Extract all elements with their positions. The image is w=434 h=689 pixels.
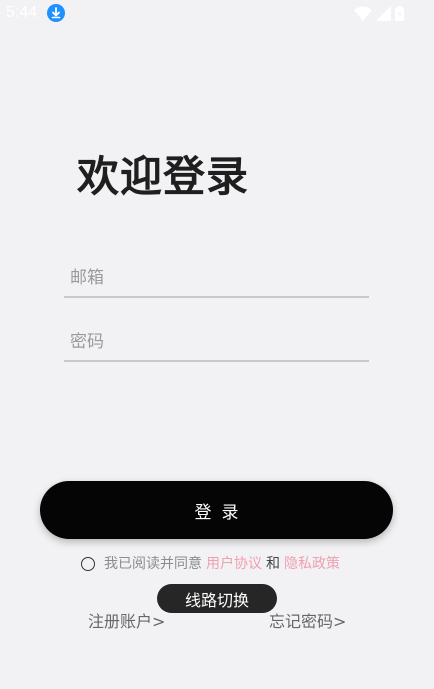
agree-radio[interactable]: [81, 556, 95, 571]
agreement-row: 我已阅读并同意 用户协议 和 隐私政策: [81, 553, 340, 573]
route-switch-label: 线路切换: [184, 590, 249, 610]
status-time: 5:44: [6, 4, 38, 21]
cell-signal-icon: [376, 5, 391, 21]
wifi-icon: [354, 6, 372, 21]
status-bar: 5:44: [0, 0, 434, 26]
login-button[interactable]: 登录: [40, 481, 393, 539]
register-link[interactable]: 注册账户>: [88, 608, 165, 632]
download-icon: [47, 4, 65, 22]
status-icons: [354, 4, 404, 22]
route-switch-button[interactable]: 线路切换: [157, 584, 277, 613]
email-field-wrapper: [64, 260, 369, 298]
login-button-label: 登录: [194, 502, 249, 523]
battery-icon: [395, 5, 404, 21]
page-title: 欢迎登录: [77, 152, 250, 201]
agreement-text: 我已阅读并同意: [104, 556, 202, 572]
forgot-password-link[interactable]: 忘记密码>: [269, 608, 346, 632]
agreement-and: 和: [266, 556, 280, 572]
password-input[interactable]: [64, 324, 369, 360]
password-field-wrapper: [64, 324, 369, 362]
email-input[interactable]: [64, 260, 369, 296]
privacy-policy-link[interactable]: 隐私政策: [284, 553, 340, 573]
user-agreement-link[interactable]: 用户协议: [206, 553, 262, 573]
